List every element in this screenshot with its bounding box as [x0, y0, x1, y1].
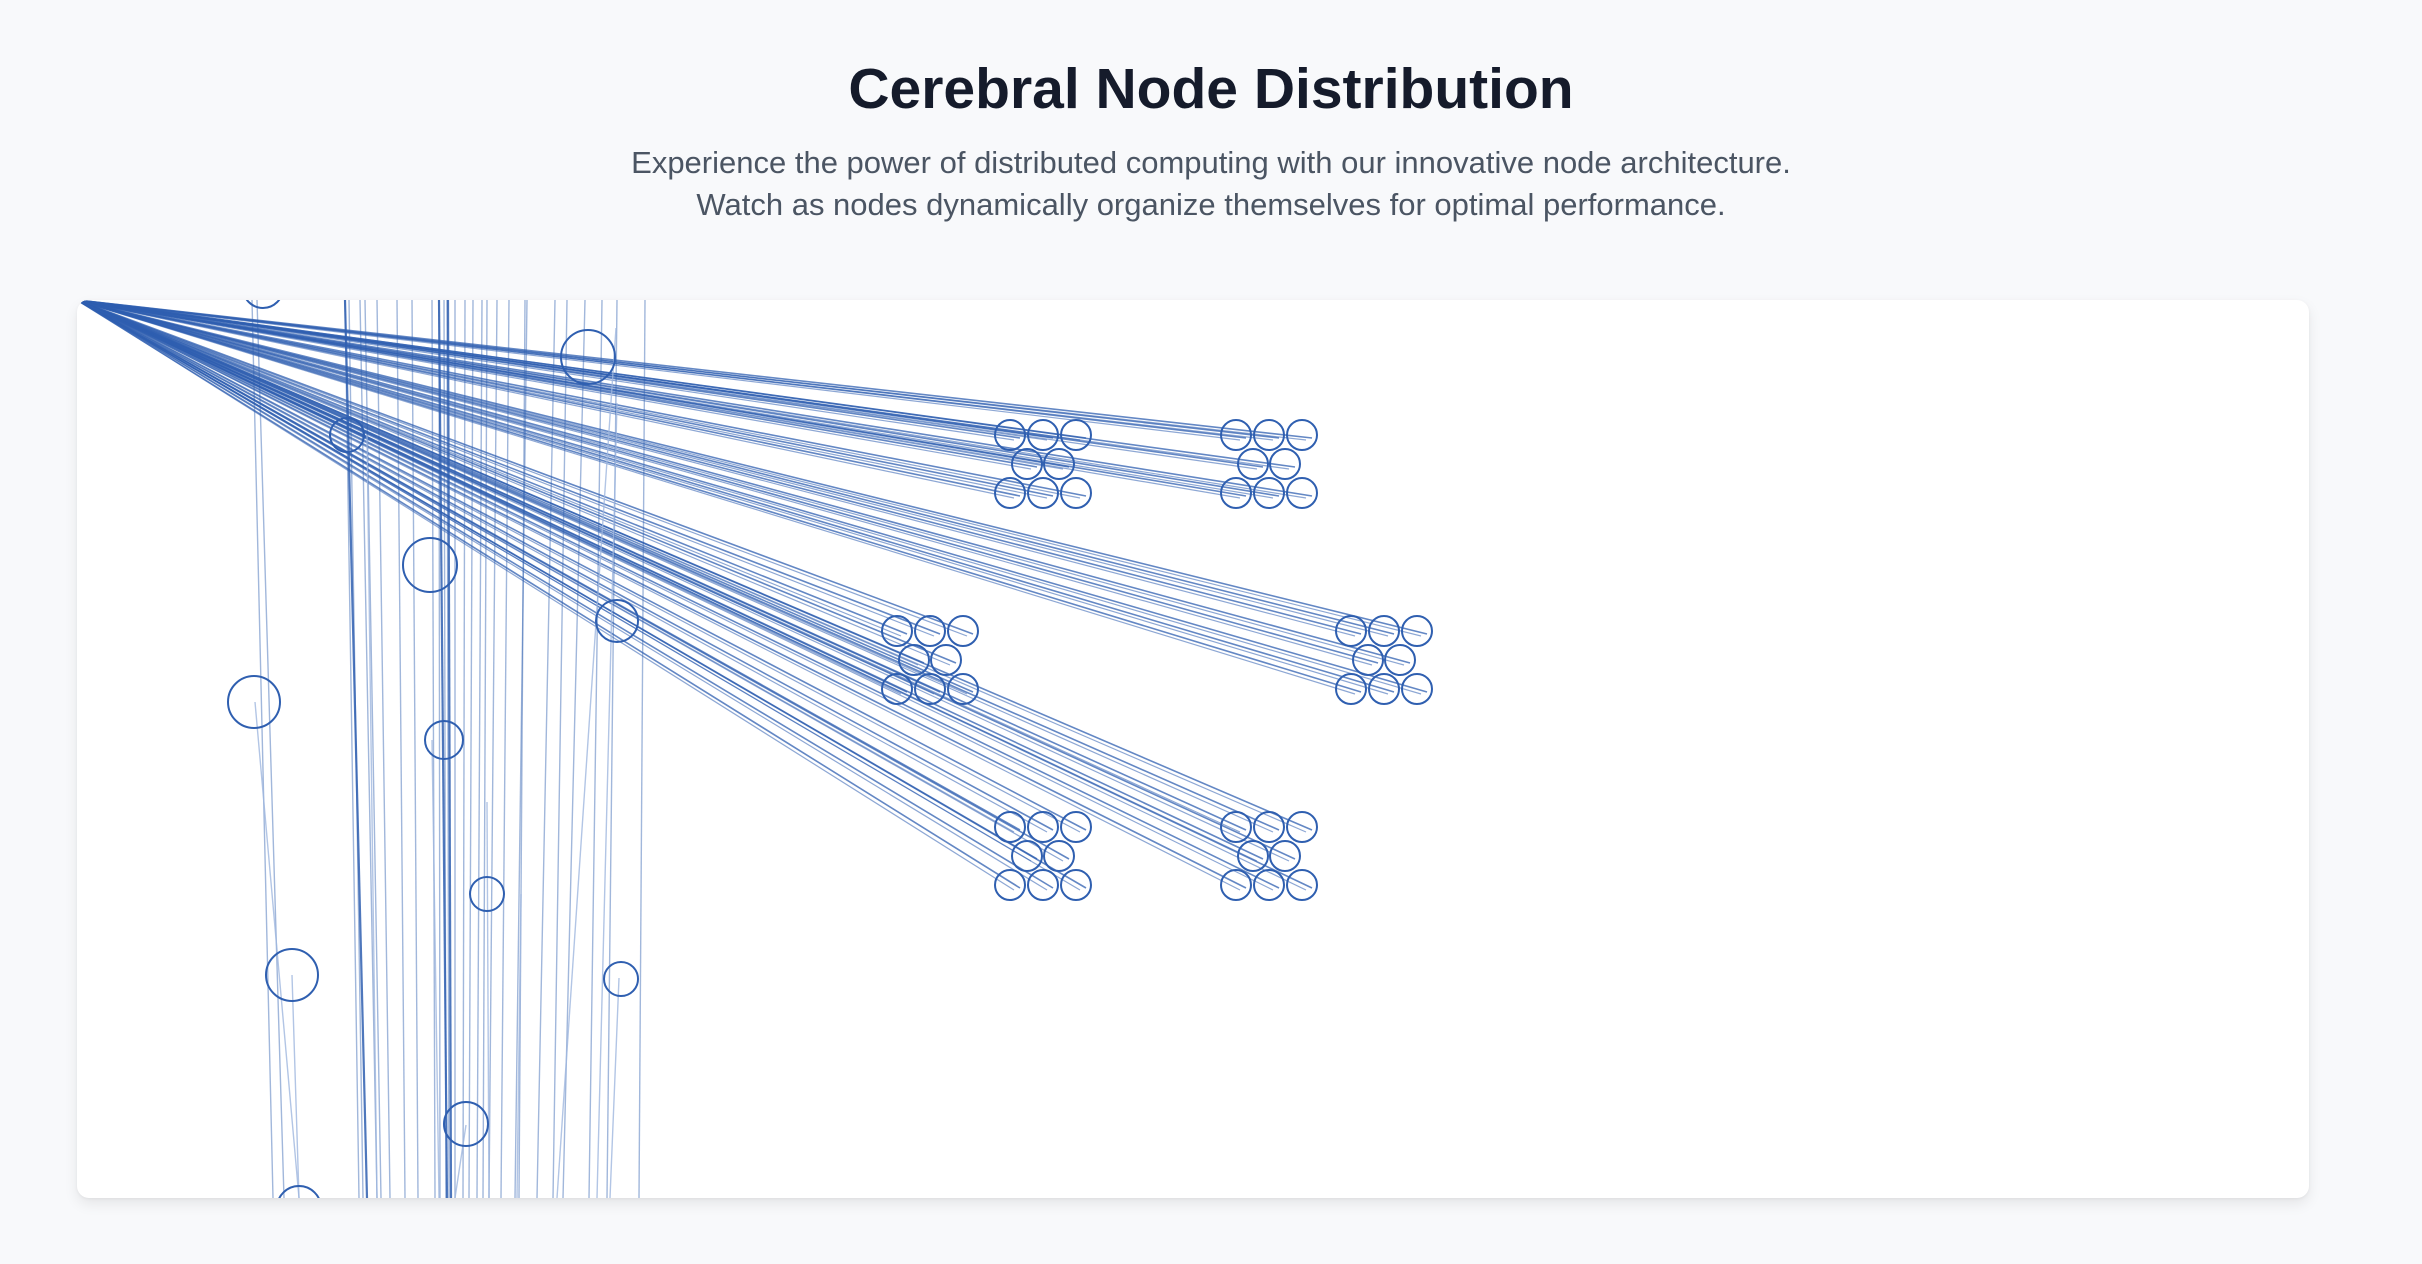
cluster-link — [78, 300, 1405, 666]
cluster-node[interactable] — [1269, 840, 1301, 872]
cluster-link — [78, 300, 1307, 499]
vertical-link — [638, 300, 646, 1198]
cluster-node[interactable] — [1011, 840, 1043, 872]
vertical-link — [500, 300, 510, 1198]
page-subtitle: Experience the power of distributed comp… — [0, 142, 2422, 226]
cluster-node[interactable] — [914, 673, 946, 705]
cluster-node[interactable] — [1060, 811, 1092, 843]
free-node-link — [556, 327, 617, 1198]
cluster-node[interactable] — [1237, 840, 1269, 872]
cluster-link — [78, 300, 1389, 695]
free-node-link — [366, 434, 378, 1198]
vertical-link — [476, 300, 483, 1198]
link-layer — [77, 300, 1428, 1198]
page-title: Cerebral Node Distribution — [848, 57, 1574, 121]
cluster-link — [78, 300, 1356, 695]
cluster-node[interactable] — [1286, 811, 1318, 843]
free-node-link — [486, 801, 490, 1198]
cluster-link — [78, 300, 1356, 637]
free-node-link — [454, 1124, 467, 1198]
cluster-link — [78, 300, 1422, 695]
node-network-diagram[interactable] — [77, 300, 2309, 1198]
cluster-node[interactable] — [1253, 869, 1285, 901]
cluster-link — [78, 300, 1389, 637]
cluster-node[interactable] — [1027, 811, 1059, 843]
subtitle-line-2: Watch as nodes dynamically organize them… — [696, 187, 1726, 222]
cluster-node[interactable] — [1060, 477, 1092, 509]
cluster-link — [78, 300, 1015, 499]
cluster-node[interactable] — [1043, 840, 1075, 872]
vertical-link — [462, 300, 466, 1198]
cluster-node[interactable] — [881, 615, 913, 647]
free-node[interactable] — [243, 300, 283, 309]
cluster-link — [78, 300, 1422, 637]
cluster-node[interactable] — [1286, 869, 1318, 901]
vertical-link — [411, 300, 419, 1198]
subtitle-line-1: Experience the power of distributed comp… — [631, 145, 1791, 180]
cluster-node[interactable] — [930, 644, 962, 676]
vertical-link — [482, 300, 488, 1198]
cluster-link — [77, 300, 957, 664]
free-node-link — [609, 977, 620, 1198]
cluster-link — [78, 300, 1241, 891]
free-node-link — [431, 739, 440, 1198]
cluster-node[interactable] — [914, 615, 946, 647]
cluster-node[interactable] — [1060, 869, 1092, 901]
vertical-link — [468, 300, 474, 1198]
cluster-node[interactable] — [1220, 869, 1252, 901]
cluster-link — [78, 300, 1081, 833]
cluster-link — [77, 300, 1428, 635]
node-canvas[interactable] — [77, 300, 2309, 1198]
cluster-node[interactable] — [994, 869, 1026, 901]
vertical-link — [488, 300, 498, 1198]
free-node[interactable] — [227, 675, 281, 729]
cluster-node[interactable] — [994, 811, 1026, 843]
cluster-node[interactable] — [1027, 869, 1059, 901]
